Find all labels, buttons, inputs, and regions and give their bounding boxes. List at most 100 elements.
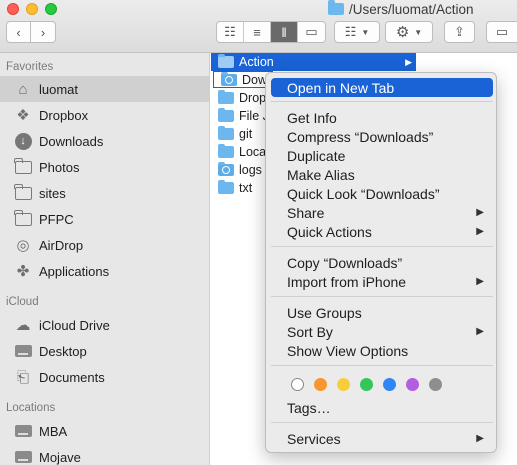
grid-icon: ☷ — [224, 24, 236, 39]
file-name: Action — [239, 55, 274, 69]
tag-gray-dot[interactable] — [429, 378, 442, 391]
menu-separator — [271, 101, 493, 102]
sidebar-item-pfpc[interactable]: PFPC — [0, 206, 209, 232]
gallery-view-button[interactable]: ▭ — [298, 22, 325, 42]
applications-icon: ✤ — [16, 263, 30, 280]
folder-icon — [218, 162, 234, 176]
list-view-button[interactable]: ≡ — [244, 22, 271, 42]
minimize-window-button[interactable] — [26, 3, 38, 15]
forward-button[interactable]: › — [31, 21, 56, 43]
section-favorites: Favorites — [6, 61, 54, 73]
sidebar-item-label: Downloads — [39, 133, 104, 149]
column-view-button[interactable]: ‖ — [271, 22, 298, 42]
share-button[interactable]: ⇪ — [444, 21, 475, 43]
menu-item-quick-look[interactable]: Quick Look “Downloads” — [271, 184, 493, 203]
menu-item-show-view-options[interactable]: Show View Options — [271, 341, 493, 360]
menu-item-label: Share — [287, 204, 325, 221]
airdrop-icon: ◎ — [16, 237, 30, 254]
zoom-window-button[interactable] — [45, 3, 57, 15]
file-row-downloads[interactable]: Dow — [213, 71, 273, 88]
sidebar-item-label: Photos — [39, 159, 80, 175]
folder-icon — [14, 183, 32, 202]
sidebar-item-label: luomat — [39, 81, 79, 97]
tag-button[interactable]: ▭ — [486, 21, 517, 43]
sidebar-item-mba[interactable]: MBA — [0, 418, 209, 444]
sidebar-item-sites[interactable]: sites — [0, 180, 209, 206]
chevron-down-icon: ▼ — [414, 27, 423, 37]
sidebar-item-label: Applications — [39, 263, 110, 279]
chevron-right-icon: › — [40, 24, 46, 40]
chevron-down-icon: ▼ — [361, 27, 370, 37]
menu-item-use-groups[interactable]: Use Groups — [271, 303, 493, 322]
sidebar-item-desktop[interactable]: Desktop — [0, 338, 209, 364]
disclosure-triangle-icon: ▶ — [405, 56, 412, 67]
sidebar-item-luomat[interactable]: ⌂ luomat — [0, 76, 209, 102]
submenu-arrow-icon: ▶ — [476, 226, 484, 237]
file-row-action[interactable]: Action ▶ — [211, 53, 416, 71]
cloud-icon: ☁ — [15, 317, 31, 334]
tag-orange-dot[interactable] — [314, 378, 327, 391]
sidebar-item-dropbox[interactable]: ❖ Dropbox — [0, 102, 209, 128]
file-name: Loca — [239, 145, 267, 159]
menu-item-make-alias[interactable]: Make Alias — [271, 165, 493, 184]
menu-separator — [271, 296, 493, 297]
menu-item-sort-by[interactable]: Sort By ▶ — [271, 322, 493, 341]
sidebar-item-airdrop[interactable]: ◎ AirDrop — [0, 232, 209, 258]
folder-icon — [328, 0, 344, 15]
icon-view-button[interactable]: ☷ — [217, 22, 244, 42]
file-name: Dow — [242, 72, 268, 87]
sidebar-item-label: Dropbox — [39, 107, 89, 123]
sidebar-item-label: PFPC — [39, 211, 74, 227]
sidebar-item-mojave[interactable]: Mojave — [0, 444, 209, 465]
menu-item-open-new-tab[interactable]: Open in New Tab — [271, 78, 493, 97]
window-title-text: /Users/luomat/Action — [349, 1, 474, 17]
menu-item-services[interactable]: Services ▶ — [271, 429, 493, 448]
tag-icon: ▭ — [495, 24, 509, 39]
menu-item-tags[interactable]: Tags… — [271, 398, 493, 417]
folder-icon — [218, 144, 234, 158]
action-menu-button[interactable]: ⚙ ▼ — [385, 21, 433, 43]
close-window-button[interactable] — [7, 3, 19, 15]
menu-item-get-info[interactable]: Get Info — [271, 108, 493, 127]
section-icloud: iCloud — [6, 296, 39, 308]
menu-item-compress[interactable]: Compress “Downloads” — [271, 127, 493, 146]
sidebar-item-label: MBA — [39, 423, 68, 439]
folder-icon — [218, 180, 234, 194]
chevron-left-icon: ‹ — [16, 24, 21, 40]
sidebar-item-photos[interactable]: Photos — [0, 154, 209, 180]
home-icon: ⌂ — [18, 80, 28, 98]
columns-icon: ‖ — [281, 24, 287, 40]
sidebar-item-label: Documents — [39, 369, 105, 385]
menu-item-duplicate[interactable]: Duplicate — [271, 146, 493, 165]
submenu-arrow-icon: ▶ — [476, 276, 484, 287]
tag-none-dot[interactable] — [291, 378, 304, 391]
folder-icon — [218, 54, 234, 68]
gallery-icon: ▭ — [305, 24, 318, 39]
menu-item-share[interactable]: Share ▶ — [271, 203, 493, 222]
menu-item-import-iphone[interactable]: Import from iPhone ▶ — [271, 272, 493, 291]
tag-blue-dot[interactable] — [383, 378, 396, 391]
sidebar-item-applications[interactable]: ✤ Applications — [0, 258, 209, 284]
toolbar: /Users/luomat/Action ‹ › ☷ ≡ ‖ ▭ ☷ ▼ ⚙ ▼… — [0, 0, 517, 53]
tag-yellow-dot[interactable] — [337, 378, 350, 391]
submenu-arrow-icon: ▶ — [476, 433, 484, 444]
sidebar-item-downloads[interactable]: ↓ Downloads — [0, 128, 209, 154]
folder-icon — [218, 126, 234, 140]
drive-icon — [14, 448, 32, 465]
menu-item-copy[interactable]: Copy “Downloads” — [271, 253, 493, 272]
group-by-button[interactable]: ☷ ▼ — [334, 21, 380, 43]
sidebar-item-label: Mojave — [39, 449, 81, 465]
sidebar-item-label: AirDrop — [39, 237, 84, 253]
submenu-arrow-icon: ▶ — [476, 207, 484, 218]
sidebar-item-icloud-drive[interactable]: ☁ iCloud Drive — [0, 312, 209, 338]
tag-purple-dot[interactable] — [406, 378, 419, 391]
tag-green-dot[interactable] — [360, 378, 373, 391]
menu-separator — [271, 422, 493, 423]
menu-item-label: Services — [287, 430, 341, 447]
submenu-arrow-icon: ▶ — [476, 326, 484, 337]
sidebar-item-label: Desktop — [39, 343, 87, 359]
sidebar-item-documents[interactable]: ⎗ Documents — [0, 364, 209, 390]
menu-item-quick-actions[interactable]: Quick Actions ▶ — [271, 222, 493, 241]
back-button[interactable]: ‹ — [6, 21, 31, 43]
folder-icon — [218, 108, 234, 122]
